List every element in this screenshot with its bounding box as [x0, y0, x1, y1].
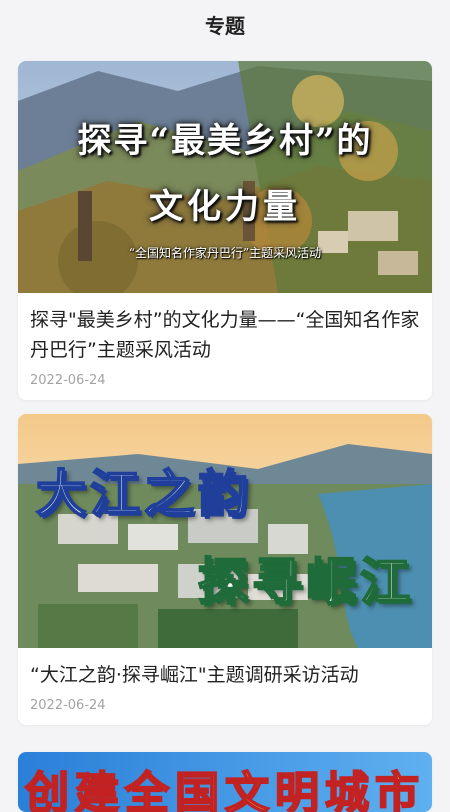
- card-date: 2022-06-24: [30, 373, 106, 388]
- page-title: 专题: [205, 13, 245, 38]
- banner-headline: 创建全国文明城市: [24, 767, 425, 812]
- banner-headline: 探寻“最美乡村”的: [77, 121, 373, 161]
- card-date: 2022-06-24: [30, 698, 106, 713]
- topic-banner-2[interactable]: 大江之韵 探寻岷江: [18, 414, 432, 648]
- card-title[interactable]: “大江之韵·探寻崛江"主题调研采访活动: [18, 648, 432, 690]
- topic-banner-1[interactable]: 探寻“最美乡村”的 文化力量 “全国知名作家丹巴行”主题采风活动: [18, 61, 432, 293]
- banner-headline: 大江之韵: [35, 463, 252, 524]
- topic-card-3[interactable]: 创建全国文明城市: [18, 752, 432, 812]
- banner-headline-2: 文化力量: [149, 187, 301, 227]
- topic-banner-3[interactable]: 创建全国文明城市: [18, 752, 432, 812]
- topic-card-2[interactable]: 大江之韵 探寻岷江 “大江之韵·探寻崛江"主题调研采访活动 2022-06-24: [18, 414, 432, 725]
- banner-subtitle: “全国知名作家丹巴行”主题采风活动: [128, 246, 322, 260]
- topic-card-1[interactable]: 探寻“最美乡村”的 文化力量 “全国知名作家丹巴行”主题采风活动 探寻"最美乡村…: [18, 61, 432, 400]
- card-title[interactable]: 探寻"最美乡村”的文化力量——“全国知名作家丹巴行”主题采风活动: [18, 293, 432, 365]
- banner-headline-2: 探寻岷江: [197, 551, 414, 612]
